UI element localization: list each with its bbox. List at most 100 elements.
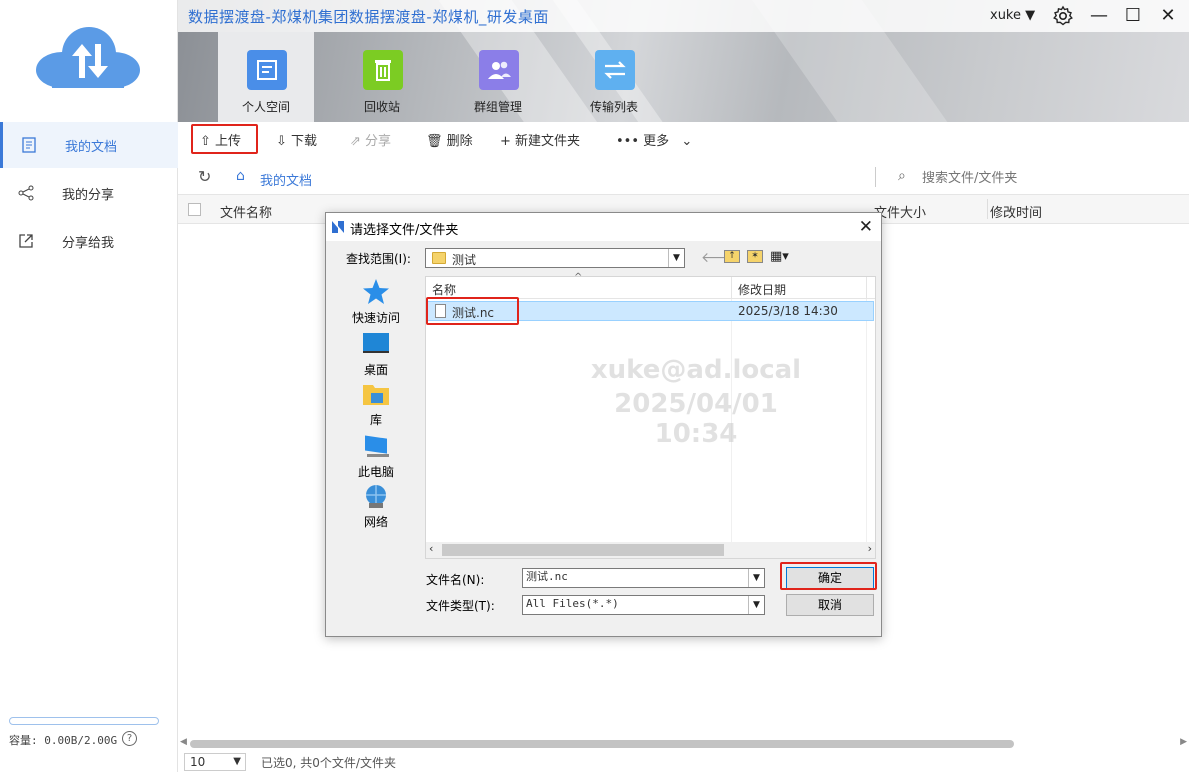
file-list: ^ 名称 修改日期 测试.nc 2025/3/18 14:30 xuke@ad.… [425, 272, 876, 559]
tile-icon-box [247, 50, 287, 90]
download-label: 下载 [291, 134, 318, 149]
home-icon[interactable]: ⌂ [236, 168, 245, 184]
dialog-close-icon[interactable]: ✕ [859, 217, 873, 237]
places-bar: 快速访问 桌面 库 此电脑 网络 [344, 271, 408, 541]
new-folder-button[interactable]: + 新建文件夹 [500, 130, 580, 154]
quota-text: 容量: 0.00B/2.00G [9, 734, 118, 747]
column-name[interactable]: 文件名称 [220, 202, 272, 221]
cancel-button[interactable]: 取消 [786, 594, 874, 616]
column-divider [866, 277, 867, 299]
new-folder-label: 新建文件夹 [515, 134, 581, 149]
sidebar: 我的文档 我的分享 分享给我 容量: 0.00B/2.00G ? [0, 0, 178, 772]
tile-personal-space[interactable]: 个人空间 [218, 32, 314, 122]
scroll-left-icon[interactable]: ◀ [180, 737, 187, 747]
toolbar: ⇧ 上传 ⇩ 下载 ⇗ 分享 🗑 删除 + 新建文件夹 ••• 更多 ⌄ [178, 122, 1189, 162]
page-size-select[interactable]: 10 ▼ [184, 753, 246, 771]
look-in-select[interactable]: 测试 ▼ [425, 248, 685, 268]
library-icon [363, 385, 389, 405]
highlight-ok [780, 562, 877, 590]
refresh-icon[interactable]: ↻ [198, 167, 211, 186]
external-link-icon [19, 234, 33, 248]
tile-transfer-list[interactable]: 传输列表 [566, 32, 662, 122]
dialog-title-bar: 请选择文件/文件夹 ✕ [326, 213, 881, 241]
sidebar-item-label: 分享给我 [62, 235, 115, 251]
column-divider [987, 199, 988, 219]
minimize-button[interactable]: — [1087, 4, 1111, 28]
plus-icon: + [500, 134, 511, 149]
new-folder-icon[interactable]: ✶ [747, 250, 763, 263]
search-input[interactable] [922, 167, 1172, 189]
breadcrumb-current[interactable]: 我的文档 [260, 170, 312, 189]
upload-button[interactable]: ⇧ 上传 [200, 130, 241, 154]
place-libraries[interactable]: 库 [344, 379, 408, 428]
place-desktop[interactable]: 桌面 [344, 329, 408, 378]
title-bar: 数据摆渡盘-郑煤机集团数据摆渡盘-郑煤机_研发桌面 xuke ▼ — ☐ ✕ [178, 0, 1189, 32]
chevron-down-icon: ▼ [668, 249, 684, 267]
place-label: 库 [369, 413, 382, 427]
sidebar-item-label: 我的文档 [65, 139, 118, 155]
horizontal-scrollbar[interactable]: ◀ ▶ [178, 737, 1189, 751]
look-in-label: 查找范围(I): [346, 252, 411, 266]
watermark-user: xuke@ad.local [590, 355, 802, 385]
column-header-name[interactable]: 名称 [432, 281, 456, 298]
filename-input[interactable]: 测试.nc ▼ [522, 568, 765, 588]
share-out-icon: ⇗ [350, 134, 361, 149]
app-logo-icon [332, 221, 344, 233]
folder-icon [432, 252, 446, 264]
tile-recycle-bin[interactable]: 回收站 [334, 32, 430, 122]
page-size-value: 10 [190, 755, 206, 769]
place-label: 快速访问 [351, 311, 400, 325]
search-divider [875, 167, 876, 187]
tile-label: 回收站 [363, 100, 400, 114]
more-button[interactable]: ••• 更多 ⌄ [616, 130, 692, 154]
scrollbar-thumb[interactable] [190, 740, 1014, 748]
column-header-modified[interactable]: 修改日期 [738, 281, 786, 298]
tile-group-management[interactable]: 群组管理 [450, 32, 546, 122]
file-list-scrollbar[interactable]: ‹ › [426, 542, 875, 558]
document-icon [257, 60, 277, 80]
look-in-value: 测试 [452, 253, 477, 267]
search-icon: ⌕ [898, 168, 906, 184]
tile-icon-box [363, 50, 403, 90]
sidebar-item-my-documents[interactable]: 我的文档 [0, 122, 178, 168]
sort-indicator-icon: ^ [574, 272, 583, 283]
delete-label: 删除 [446, 134, 473, 149]
select-all-checkbox[interactable] [188, 203, 201, 216]
column-guide [866, 299, 867, 542]
quota-progress-bar [9, 717, 159, 725]
settings-gear-icon[interactable] [1051, 4, 1075, 28]
close-button[interactable]: ✕ [1156, 4, 1180, 28]
help-icon[interactable]: ? [122, 731, 137, 746]
sidebar-item-my-shares[interactable]: 我的分享 [0, 170, 178, 216]
place-quick-access[interactable]: 快速访问 [344, 277, 408, 326]
place-network[interactable]: 网络 [344, 481, 408, 530]
view-menu-icon[interactable]: ▦▾ [770, 249, 789, 264]
scrollbar-thumb[interactable] [442, 544, 724, 556]
download-button[interactable]: ⇩ 下载 [276, 130, 317, 154]
sidebar-item-label: 我的分享 [62, 187, 115, 203]
file-list-header: ^ 名称 修改日期 [426, 272, 875, 299]
share-button[interactable]: ⇗ 分享 [350, 130, 391, 154]
scroll-right-icon[interactable]: ▶ [1180, 737, 1187, 747]
delete-button[interactable]: 🗑 删除 [426, 130, 473, 154]
tile-label: 群组管理 [473, 100, 522, 114]
network-icon [366, 485, 386, 508]
file-modified: 2025/3/18 14:30 [738, 304, 838, 318]
file-picker-dialog: 请选择文件/文件夹 ✕ 查找范围(I): 测试 ▼ 🡐 ↑ ✶ ▦▾ 快速访问 … [325, 212, 882, 637]
place-this-pc[interactable]: 此电脑 [344, 431, 408, 480]
tile-icon-box [595, 50, 635, 90]
maximize-button[interactable]: ☐ [1121, 4, 1145, 28]
place-label: 网络 [363, 515, 388, 529]
filetype-select[interactable]: All Files(*.*) ▼ [522, 595, 765, 615]
app-title: 数据摆渡盘-郑煤机集团数据摆渡盘-郑煤机_研发桌面 [188, 8, 549, 26]
sidebar-item-shared-with-me[interactable]: 分享给我 [0, 218, 178, 264]
up-folder-icon[interactable]: ↑ [724, 250, 740, 263]
user-name: xuke [990, 8, 1021, 23]
scroll-right-icon[interactable]: › [868, 542, 872, 555]
scroll-left-icon[interactable]: ‹ [429, 542, 433, 555]
column-modified[interactable]: 修改时间 [990, 202, 1042, 221]
download-icon: ⇩ [276, 134, 287, 149]
chevron-down-icon: ▼ [233, 756, 241, 767]
user-menu[interactable]: xuke ▼ [990, 8, 1035, 23]
trash-icon [375, 60, 391, 81]
